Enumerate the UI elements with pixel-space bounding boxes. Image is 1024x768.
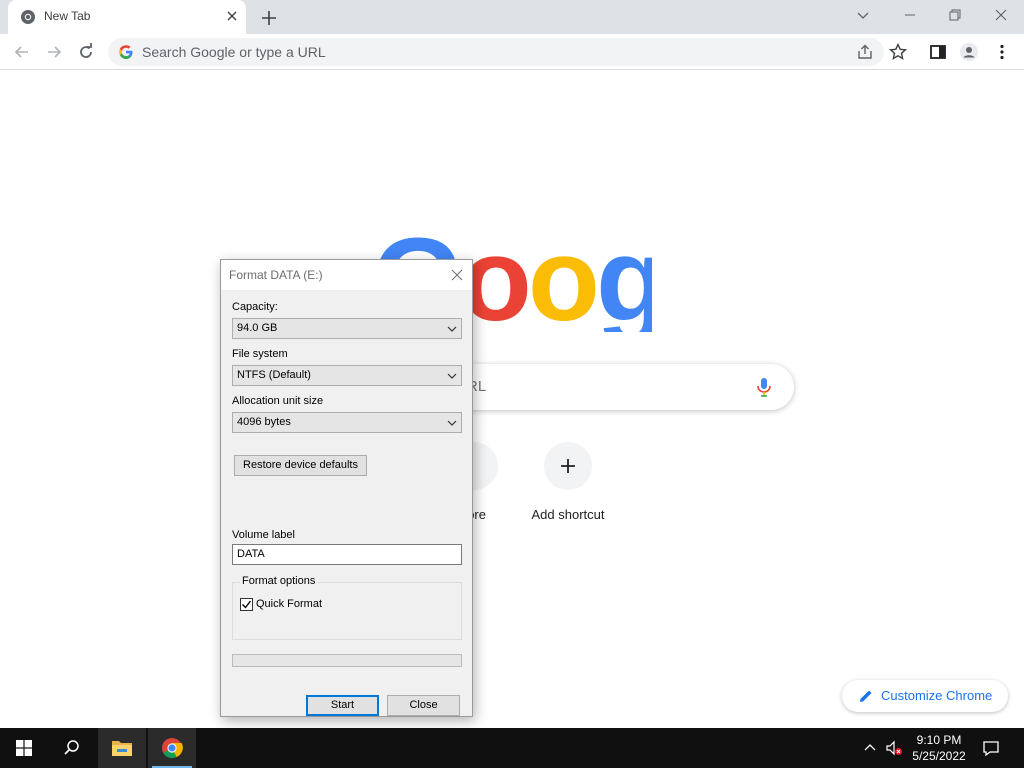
taskbar-clock[interactable]: 9:10 PM 5/25/2022 <box>904 732 974 764</box>
volume-label-value: DATA <box>237 548 265 560</box>
reload-icon[interactable] <box>76 42 96 62</box>
filesystem-label: File system <box>232 348 288 360</box>
start-button[interactable]: Start <box>306 695 379 716</box>
new-tab-plus-icon[interactable] <box>258 7 280 29</box>
customize-chrome-button[interactable]: Customize Chrome <box>842 680 1008 712</box>
dialog-close-icon[interactable] <box>449 267 465 283</box>
omnibox[interactable]: Search Google or type a URL <box>108 38 884 66</box>
chrome-favicon-icon <box>21 10 35 24</box>
restore-defaults-button[interactable]: Restore device defaults <box>234 455 367 476</box>
chevron-down-icon <box>447 373 457 379</box>
capacity-select[interactable]: 94.0 GB <box>232 318 462 339</box>
omnibox-placeholder: Search Google or type a URL <box>142 44 326 60</box>
chrome-icon <box>162 738 183 759</box>
add-shortcut-label: Add shortcut <box>531 507 605 522</box>
bookmark-star-icon[interactable] <box>888 42 908 62</box>
share-icon[interactable] <box>856 43 874 61</box>
clock-date: 5/25/2022 <box>912 749 966 763</box>
restore-icon[interactable] <box>944 4 966 26</box>
volume-label-input[interactable]: DATA <box>232 544 462 565</box>
profile-avatar-icon[interactable] <box>959 42 979 62</box>
quick-format-checkbox[interactable] <box>240 598 253 611</box>
volume-label-label: Volume label <box>232 529 295 541</box>
tab-new-tab[interactable]: New Tab <box>8 0 246 34</box>
add-shortcut-tile[interactable]: Add shortcut <box>512 442 624 532</box>
side-panel-icon[interactable] <box>928 42 948 62</box>
window-close-icon[interactable] <box>990 4 1012 26</box>
format-dialog: Format DATA (E:) Capacity: 94.0 GB File … <box>220 259 473 717</box>
folder-icon <box>112 741 132 756</box>
windows-logo-icon <box>16 740 32 756</box>
tab-close-icon[interactable] <box>224 8 240 24</box>
pencil-icon <box>860 690 872 702</box>
browser-toolbar: Search Google or type a URL <box>0 34 1024 70</box>
dialog-body: Capacity: 94.0 GB File system NTFS (Defa… <box>221 290 472 716</box>
chevron-down-icon <box>447 326 457 332</box>
filesystem-select[interactable]: NTFS (Default) <box>232 365 462 386</box>
allocation-label: Allocation unit size <box>232 395 324 407</box>
quick-format-label[interactable]: Quick Format <box>256 598 322 610</box>
plus-icon <box>561 459 575 473</box>
search-icon <box>64 740 79 755</box>
kebab-menu-icon[interactable] <box>992 42 1012 62</box>
logo-letter-g2: g <box>596 222 652 332</box>
add-shortcut-circle <box>544 442 592 490</box>
dialog-titlebar[interactable]: Format DATA (E:) <box>221 260 472 290</box>
google-g-icon <box>119 45 133 59</box>
allocation-value: 4096 bytes <box>237 416 291 428</box>
format-options-legend: Format options <box>240 575 318 587</box>
allocation-select[interactable]: 4096 bytes <box>232 412 462 433</box>
start-menu-button[interactable] <box>0 728 48 768</box>
tab-search-chevron-icon[interactable] <box>852 4 874 26</box>
back-arrow-icon[interactable] <box>12 42 32 62</box>
capacity-label: Capacity: <box>232 301 278 313</box>
close-button[interactable]: Close <box>387 695 460 716</box>
tab-title: New Tab <box>44 9 91 23</box>
customize-chrome-label: Customize Chrome <box>881 688 993 703</box>
logo-letter-o2: o <box>528 222 596 332</box>
format-options-group: Format options Quick Format <box>232 575 462 640</box>
capacity-value: 94.0 GB <box>237 322 278 334</box>
filesystem-value: NTFS (Default) <box>237 369 311 381</box>
microphone-icon[interactable] <box>754 376 774 398</box>
windows-taskbar: 9:10 PM 5/25/2022 <box>0 728 1024 768</box>
format-progress-bar <box>232 654 462 667</box>
checkmark-icon <box>242 600 252 609</box>
taskbar-search-button[interactable] <box>48 728 96 768</box>
dialog-title: Format DATA (E:) <box>229 268 323 282</box>
minimize-icon[interactable] <box>899 4 921 26</box>
clock-time: 9:10 PM <box>916 733 962 747</box>
action-center-icon[interactable] <box>982 739 1000 757</box>
chrome-taskbar-button[interactable] <box>148 728 196 768</box>
file-explorer-button[interactable] <box>98 728 146 768</box>
tray-chevron-up-icon[interactable] <box>861 739 879 757</box>
volume-muted-icon[interactable] <box>885 739 903 757</box>
chevron-down-icon <box>447 420 457 426</box>
forward-arrow-icon[interactable] <box>44 42 64 62</box>
tab-strip: New Tab <box>0 0 1024 34</box>
